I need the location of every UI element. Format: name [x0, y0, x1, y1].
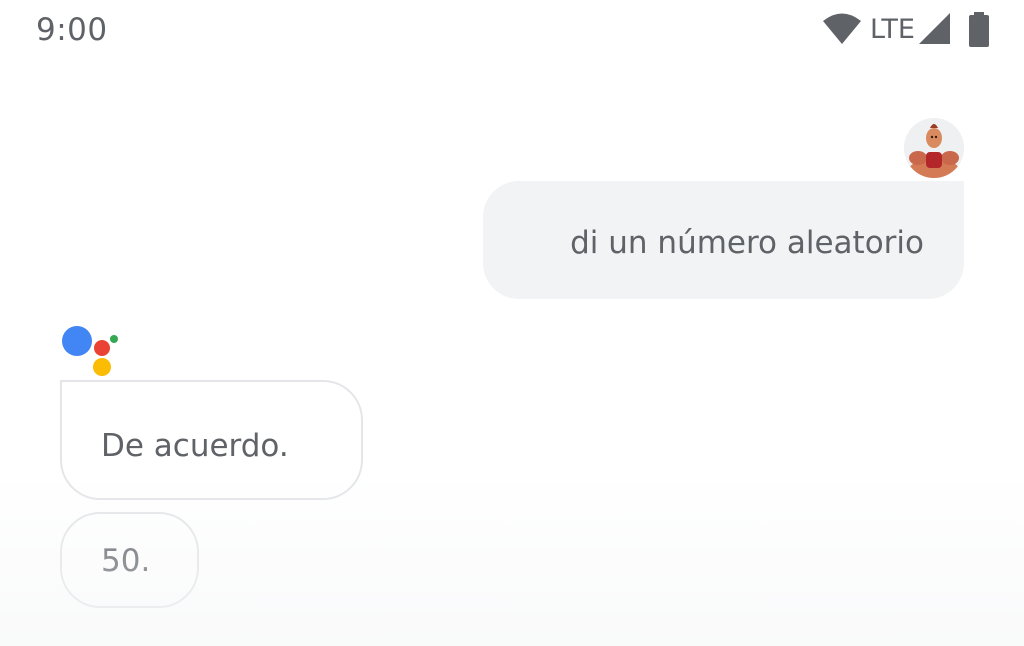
- battery-icon: [969, 12, 989, 47]
- google-assistant-logo-icon: [62, 326, 118, 376]
- network-type-label: LTE: [870, 14, 915, 45]
- user-message-text: di un número aleatorio: [570, 225, 924, 261]
- cell-signal-icon: [919, 13, 950, 44]
- status-bar: 9:00 LTE: [0, 0, 1024, 64]
- wifi-icon: [823, 13, 861, 44]
- assistant-message-bubble: 50.: [60, 512, 199, 608]
- status-time: 9:00: [36, 12, 108, 48]
- user-avatar: [904, 118, 964, 178]
- user-avatar-image: [904, 118, 964, 178]
- assistant-message-text: 50.: [101, 543, 151, 579]
- user-message-bubble: di un número aleatorio: [483, 181, 964, 299]
- assistant-message-bubble: De acuerdo.: [60, 380, 363, 500]
- assistant-message-text: De acuerdo.: [101, 428, 289, 464]
